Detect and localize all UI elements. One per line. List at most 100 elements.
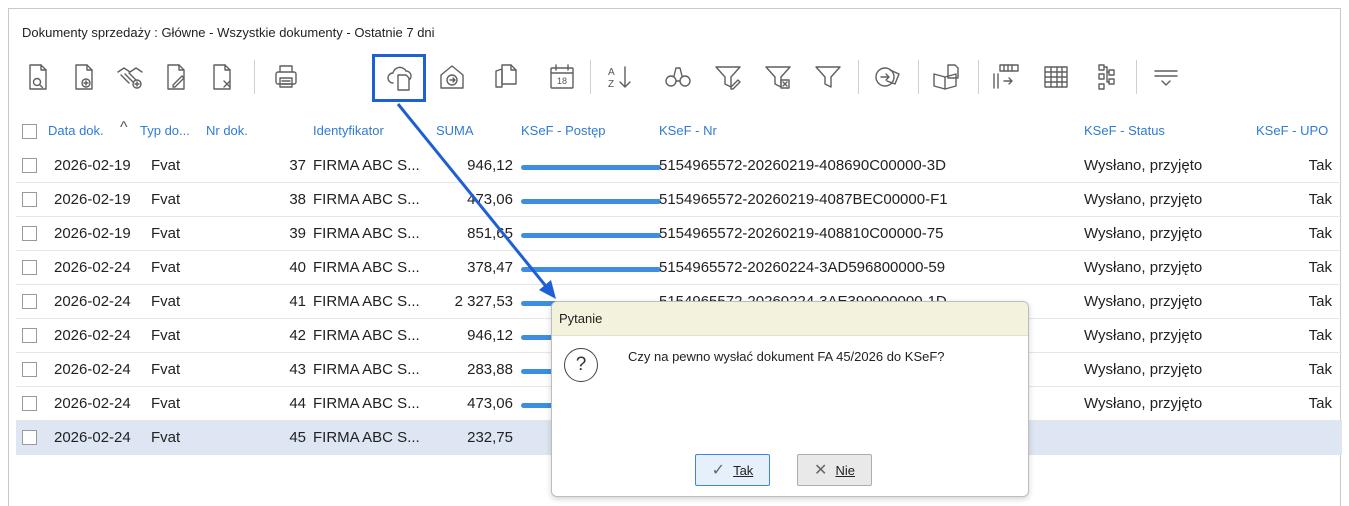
- toolbar-separator: [858, 60, 859, 94]
- cell-date: 2026-02-19: [54, 225, 131, 242]
- cell-type: Fvat: [151, 395, 181, 412]
- cell-sum: 946,12: [467, 157, 513, 174]
- window-title: Dokumenty sprzedaży : Główne - Wszystkie…: [22, 25, 435, 40]
- column-header-ksef-progress[interactable]: KSeF - Postęp: [521, 123, 606, 138]
- document-edit-icon[interactable]: [154, 50, 198, 104]
- cell-ksef-upo: Tak: [1308, 293, 1332, 310]
- cell-type: Fvat: [151, 361, 181, 378]
- column-header-sum[interactable]: SUMA: [436, 123, 474, 138]
- handshake-add-icon[interactable]: [108, 50, 152, 104]
- row-checkbox[interactable]: [22, 396, 37, 411]
- cell-identifier: FIRMA ABC S...: [313, 327, 420, 344]
- table-row[interactable]: 2026-02-19 Fvat 39 FIRMA ABC S... 851,65…: [16, 217, 1342, 251]
- table-row[interactable]: 2026-02-19 Fvat 37 FIRMA ABC S... 946,12…: [16, 149, 1342, 183]
- row-checkbox[interactable]: [22, 158, 37, 173]
- cell-date: 2026-02-24: [54, 327, 131, 344]
- cell-identifier: FIRMA ABC S...: [313, 361, 420, 378]
- ksef-progress-bar: [521, 233, 661, 238]
- toolbar-separator: [978, 60, 979, 94]
- select-all-checkbox[interactable]: [22, 124, 37, 139]
- sort-ascending-icon: ^: [120, 119, 128, 136]
- row-checkbox[interactable]: [22, 192, 37, 207]
- toolbar: 18 AZ: [16, 50, 1342, 110]
- table-row[interactable]: 2026-02-24 Fvat 40 FIRMA ABC S... 378,47…: [16, 251, 1342, 285]
- cell-type: Fvat: [151, 225, 181, 242]
- question-icon: ?: [564, 348, 598, 382]
- cell-number: 38: [289, 191, 306, 208]
- sort-az-icon[interactable]: AZ: [598, 50, 642, 104]
- svg-text:Z: Z: [608, 79, 614, 90]
- check-icon: ✓: [711, 462, 726, 479]
- cell-ksef-upo: Tak: [1308, 361, 1332, 378]
- cell-sum: 946,12: [467, 327, 513, 344]
- grid-icon[interactable]: [1034, 50, 1078, 104]
- no-button[interactable]: ✕ Nie: [797, 454, 872, 486]
- column-header-date[interactable]: Data dok.: [48, 123, 104, 138]
- toolbar-separator: [1136, 60, 1137, 94]
- toolbar-separator: [254, 60, 255, 94]
- cell-type: Fvat: [151, 293, 181, 310]
- cell-sum: 473,06: [467, 191, 513, 208]
- cell-identifier: FIRMA ABC S...: [313, 225, 420, 242]
- cell-date: 2026-02-24: [54, 429, 131, 446]
- row-checkbox[interactable]: [22, 328, 37, 343]
- cell-date: 2026-02-19: [54, 157, 131, 174]
- row-checkbox[interactable]: [22, 294, 37, 309]
- cell-identifier: FIRMA ABC S...: [313, 259, 420, 276]
- cell-ksef-status: Wysłano, przyjęto: [1084, 259, 1203, 276]
- cell-ksef-nr: 5154965572-20260224-3AD596800000-59: [659, 259, 946, 276]
- column-header-number[interactable]: Nr dok.: [206, 123, 248, 138]
- print-icon[interactable]: [264, 50, 308, 104]
- document-preview-icon[interactable]: [16, 50, 60, 104]
- row-checkbox[interactable]: [22, 260, 37, 275]
- house-arrow-icon[interactable]: [430, 50, 474, 104]
- filter-icon[interactable]: [806, 50, 850, 104]
- book-document-icon[interactable]: [924, 50, 968, 104]
- table-row[interactable]: 2026-02-19 Fvat 38 FIRMA ABC S... 473,06…: [16, 183, 1342, 217]
- more-menu-icon[interactable]: [1144, 50, 1188, 104]
- cell-ksef-upo: Tak: [1308, 157, 1332, 174]
- calendar-icon[interactable]: 18: [540, 50, 584, 104]
- cell-ksef-status: Wysłano, przyjęto: [1084, 157, 1203, 174]
- filter-edit-icon[interactable]: [706, 50, 750, 104]
- svg-text:A: A: [608, 67, 615, 78]
- cell-ksef-upo: Tak: [1308, 327, 1332, 344]
- filter-clear-icon[interactable]: [756, 50, 800, 104]
- cell-date: 2026-02-24: [54, 361, 131, 378]
- column-header-ksef-status[interactable]: KSeF - Status: [1084, 123, 1165, 138]
- column-header-ksef-nr[interactable]: KSeF - Nr: [659, 123, 717, 138]
- yes-button[interactable]: ✓ Tak: [695, 454, 770, 486]
- row-checkbox[interactable]: [22, 226, 37, 241]
- row-checkbox[interactable]: [22, 362, 37, 377]
- cell-ksef-nr: 5154965572-20260219-408810C00000-75: [659, 225, 944, 242]
- cell-sum: 851,65: [467, 225, 513, 242]
- cell-ksef-upo: Tak: [1308, 259, 1332, 276]
- column-header-ksef-upo[interactable]: KSeF - UPO: [1256, 123, 1328, 138]
- cell-sum: 283,88: [467, 361, 513, 378]
- cell-ksef-status: Wysłano, przyjęto: [1084, 395, 1203, 412]
- document-add-icon[interactable]: [62, 50, 106, 104]
- cell-ksef-status: Wysłano, przyjęto: [1084, 191, 1203, 208]
- document-delete-icon[interactable]: [200, 50, 244, 104]
- columns-insert-icon[interactable]: [984, 50, 1028, 104]
- cell-identifier: FIRMA ABC S...: [313, 191, 420, 208]
- tree-structure-icon[interactable]: [1084, 50, 1128, 104]
- column-header-type[interactable]: Typ do...: [140, 123, 190, 138]
- cell-ksef-upo: Tak: [1308, 395, 1332, 412]
- close-icon: ✕: [814, 462, 828, 479]
- cell-number: 45: [289, 429, 306, 446]
- cell-ksef-status: Wysłano, przyjęto: [1084, 293, 1203, 310]
- cell-number: 42: [289, 327, 306, 344]
- documents-copy-icon[interactable]: [484, 50, 528, 104]
- export-arrow-icon[interactable]: [866, 50, 910, 104]
- ksef-progress-bar: [521, 165, 661, 170]
- row-checkbox[interactable]: [22, 430, 37, 445]
- column-header-identifier[interactable]: Identyfikator: [313, 123, 384, 138]
- cell-type: Fvat: [151, 327, 181, 344]
- binoculars-search-icon[interactable]: [656, 50, 700, 104]
- yes-button-label: Tak: [733, 462, 754, 478]
- cell-date: 2026-02-24: [54, 259, 131, 276]
- svg-text:18: 18: [557, 76, 567, 86]
- cell-number: 43: [289, 361, 306, 378]
- cell-number: 37: [289, 157, 306, 174]
